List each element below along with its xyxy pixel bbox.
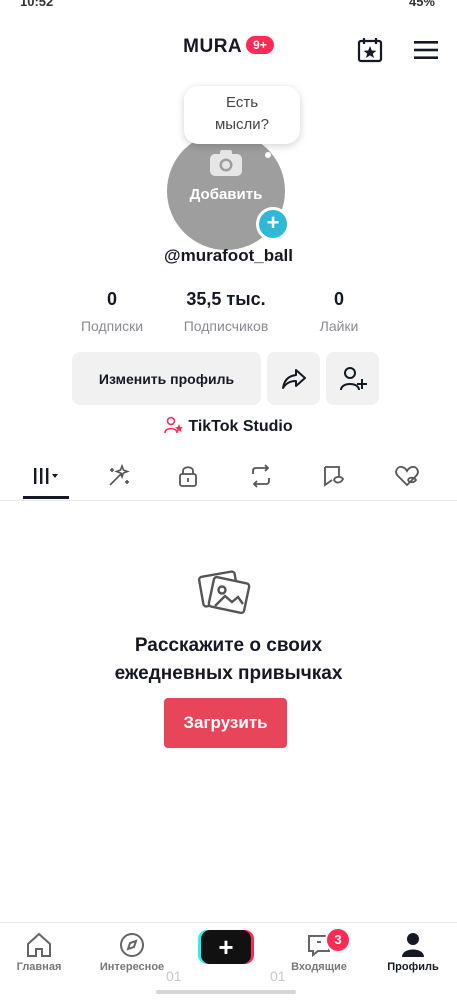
ghost-text-left: 01 xyxy=(166,968,182,984)
tab-liked-icon[interactable] xyxy=(384,456,430,496)
home-indicator[interactable] xyxy=(156,990,296,994)
notification-badge: 9+ xyxy=(246,36,274,54)
tab-repost-icon[interactable] xyxy=(238,456,284,496)
nav-home-label: Главная xyxy=(16,961,62,973)
avatar-add-label: Добавить xyxy=(189,186,263,203)
following-count[interactable]: 0 xyxy=(72,289,152,310)
thoughts-bubble[interactable]: Есть мысли? xyxy=(184,86,300,144)
status-battery: 45% xyxy=(408,0,435,9)
inbox-badge: 3 xyxy=(325,927,351,953)
nav-inbox-label: Входящие xyxy=(291,961,347,973)
add-user-icon xyxy=(339,366,367,390)
nav-profile-label: Профиль xyxy=(387,961,439,973)
studio-label: TikTok Studio xyxy=(188,418,293,435)
tiktok-studio-link[interactable]: TikTok Studio xyxy=(0,416,457,436)
tab-videos-grid-icon[interactable] xyxy=(23,456,69,496)
inbox-icon xyxy=(274,929,364,961)
upload-button[interactable]: Загрузить xyxy=(164,698,287,748)
brand-name: MURA xyxy=(183,36,243,57)
status-time: 10:52 xyxy=(20,0,54,9)
bubble-line-2: мысли? xyxy=(214,116,270,133)
tab-lock-icon[interactable] xyxy=(165,456,211,496)
create-post-button[interactable]: + xyxy=(201,930,251,964)
share-arrow-icon xyxy=(281,368,306,389)
add-avatar-plus-icon[interactable]: + xyxy=(256,207,290,241)
edit-profile-button[interactable]: Изменить профиль xyxy=(72,352,261,405)
following-label: Подписки xyxy=(80,318,144,334)
compass-icon xyxy=(87,929,177,961)
profile-tabs xyxy=(0,456,457,501)
menu-icon[interactable] xyxy=(410,34,442,66)
profile-person-icon xyxy=(368,929,457,961)
nav-explore-label: Интересное xyxy=(99,961,165,973)
add-friend-button[interactable] xyxy=(326,352,379,405)
camera-icon xyxy=(208,148,244,183)
likes-label: Лайки xyxy=(319,318,359,334)
bubble-line-1: Есть xyxy=(225,94,259,111)
status-bar: 10:52 45% xyxy=(0,0,457,14)
username: @murafoot_ball xyxy=(164,246,293,265)
header-brand[interactable]: MURA 9+ xyxy=(0,36,457,58)
ghost-text-right: 01 xyxy=(270,968,286,984)
tab-saved-icon[interactable] xyxy=(311,456,357,496)
empty-state-line-2: ежедневных привычках xyxy=(114,663,343,684)
empty-state-message: Расскажите о своих ежедневных привычках xyxy=(0,632,457,688)
studio-user-icon xyxy=(164,416,184,434)
tab-sparkle-icon[interactable] xyxy=(96,456,142,496)
empty-state-line-1: Расскажите о своих xyxy=(134,635,323,656)
nav-profile[interactable]: Профиль xyxy=(368,929,457,973)
calendar-star-icon[interactable] xyxy=(354,34,386,66)
nav-explore[interactable]: Интересное xyxy=(87,929,177,973)
home-icon xyxy=(0,929,84,961)
photos-icon xyxy=(197,562,253,623)
active-tab-underline xyxy=(23,496,69,499)
nav-home[interactable]: Главная xyxy=(0,929,84,973)
followers-count[interactable]: 35,5 тыс. xyxy=(168,289,284,310)
share-profile-button[interactable] xyxy=(267,352,320,405)
followers-label: Подписчиков xyxy=(183,318,269,334)
bubble-dot xyxy=(265,152,271,158)
likes-count[interactable]: 0 xyxy=(300,289,378,310)
